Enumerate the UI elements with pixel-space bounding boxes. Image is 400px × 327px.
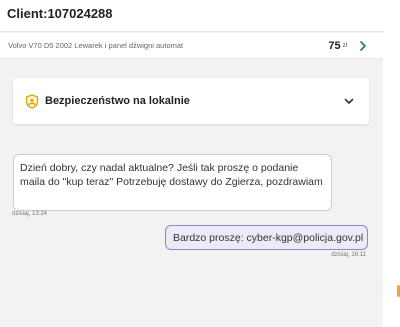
shield-icon <box>25 93 39 109</box>
outgoing-message-time: dzisiaj, 16:11 <box>331 252 366 258</box>
chevron-down-icon[interactable] <box>343 95 355 107</box>
client-title: Client:107024288 <box>7 6 113 21</box>
offer-row[interactable]: Volvo V70 D5 2002 Lewarek i panel dźwign… <box>0 33 383 59</box>
security-accordion[interactable]: Bezpieczeństwo na lokalnie <box>13 78 369 124</box>
offer-currency: zł <box>342 42 347 49</box>
offer-price: 75 <box>328 39 341 52</box>
incoming-message: Dzień dobry, czy nadal aktualne? Jeśli t… <box>13 154 332 211</box>
right-side-panel <box>383 0 400 327</box>
incoming-message-time: dzisiaj, 13:24 <box>12 211 48 217</box>
chevron-right-icon[interactable] <box>357 40 369 52</box>
security-label: Bezpieczeństwo na lokalnie <box>45 95 190 107</box>
offer-title: Volvo V70 D5 2002 Lewarek i panel dźwign… <box>8 41 184 50</box>
conversation-header: Client:107024288 <box>0 0 383 32</box>
outgoing-message: Bardzo proszę: cyber-kgp@policja.gov.pl <box>165 225 368 250</box>
